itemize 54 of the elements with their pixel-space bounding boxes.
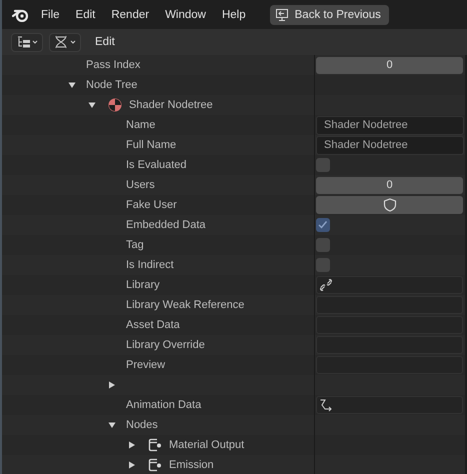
property-label: Node Tree	[86, 79, 138, 91]
property-label: Tag	[126, 239, 144, 251]
collapse-arrow-icon[interactable]	[68, 81, 76, 89]
checkbox[interactable]	[316, 218, 330, 232]
menu-item[interactable]: Edit	[76, 8, 96, 20]
property-label: Nodes	[126, 419, 158, 431]
menu-item[interactable]: Window	[165, 8, 206, 20]
back-to-previous-button[interactable]: Back to Previous	[270, 4, 389, 24]
edit-menu[interactable]: Edit	[95, 36, 115, 48]
property-label: Is Evaluated	[126, 159, 187, 171]
property-label: Asset Data	[126, 319, 180, 331]
menu-item[interactable]: File	[41, 8, 60, 20]
property-label: Animation Data	[126, 399, 202, 411]
node-icon	[148, 438, 162, 452]
property-label: Fake User	[126, 199, 177, 211]
property-label: Name	[126, 119, 156, 131]
property-label: Embedded Data	[126, 219, 206, 231]
number-field[interactable]: 0	[316, 56, 463, 74]
chain-link-icon	[319, 278, 333, 292]
property-label: Library Override	[126, 339, 205, 351]
checkbox[interactable]	[316, 238, 330, 252]
app-logo-icon[interactable]	[12, 8, 28, 22]
fake-user-toggle[interactable]	[316, 196, 463, 214]
text-field[interactable]: Shader Nodetree	[316, 116, 464, 134]
animation-data-field[interactable]	[316, 396, 463, 414]
node-icon	[148, 458, 162, 472]
property-label: Is Indirect	[126, 259, 174, 271]
menu-item[interactable]: Render	[111, 8, 150, 20]
collapse-arrow-icon[interactable]	[108, 421, 116, 429]
property-label: Preview	[126, 359, 166, 371]
shader-ball-icon	[108, 98, 122, 112]
library-field[interactable]	[316, 276, 463, 294]
expand-arrow-icon[interactable]	[128, 461, 136, 469]
property-label: Material Output	[169, 439, 244, 451]
data-api-dropdown[interactable]	[49, 32, 81, 52]
checkbox[interactable]	[316, 258, 330, 272]
driver-arrow-icon	[319, 398, 333, 412]
text-field[interactable]: Shader Nodetree	[316, 136, 464, 154]
number-field[interactable]: 0	[316, 176, 463, 194]
property-label: Users	[126, 179, 155, 191]
property-label: Library Weak Reference	[126, 299, 244, 311]
shield-icon	[382, 198, 396, 212]
collapse-arrow-icon[interactable]	[88, 101, 96, 109]
menu-item[interactable]: Help	[222, 8, 246, 20]
property-label: Library	[126, 279, 160, 291]
property-label: Pass Index	[86, 59, 140, 71]
property-label: Emission	[169, 459, 214, 471]
screen-icon	[274, 8, 289, 22]
expand-arrow-icon[interactable]	[128, 441, 136, 449]
checkbox[interactable]	[316, 158, 330, 172]
property-label: Shader Nodetree	[129, 99, 213, 111]
display-mode-dropdown[interactable]	[11, 32, 43, 52]
property-label: Full Name	[126, 139, 176, 151]
expand-arrow-icon[interactable]	[108, 381, 116, 389]
